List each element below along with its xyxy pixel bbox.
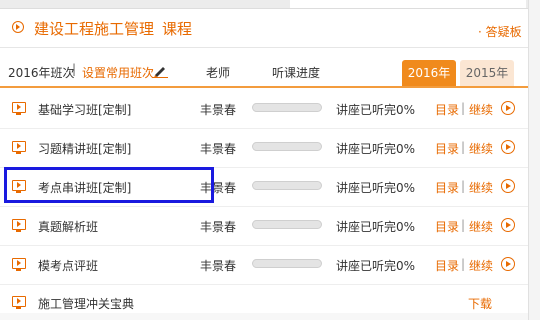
circle-play-icon xyxy=(12,21,24,33)
video-lesson-icon xyxy=(12,141,26,154)
progress-status: 讲座已听完0% xyxy=(336,220,416,234)
circle-play-icon[interactable] xyxy=(501,257,515,271)
link-separator: | xyxy=(461,218,466,232)
link-separator: | xyxy=(461,140,466,154)
teacher-name: 丰景春 xyxy=(200,220,237,234)
course-row: 真题解析班 丰景春 讲座已听完0% 目录 | 继续 xyxy=(0,207,528,246)
video-lesson-icon xyxy=(12,219,26,232)
circle-play-icon[interactable] xyxy=(501,218,515,232)
course-name[interactable]: 基础学习班[定制] xyxy=(38,101,131,118)
course-name[interactable]: 模考点评班 xyxy=(38,257,98,274)
continue-link[interactable]: 继续 xyxy=(469,101,493,118)
progress-status: 讲座已听完0% xyxy=(336,103,416,117)
progress-bar xyxy=(252,181,322,190)
circle-play-icon[interactable] xyxy=(501,101,515,115)
title-main: 建设工程施工管理 xyxy=(34,20,155,38)
qa-board-link[interactable]: · 答疑板 xyxy=(478,23,522,40)
course-name[interactable]: 习题精讲班[定制] xyxy=(38,140,131,157)
teacher-name: 丰景春 xyxy=(200,259,237,273)
catalog-link[interactable]: 目录 xyxy=(435,257,459,274)
resource-name[interactable]: 施工管理冲关宝典 xyxy=(38,295,134,312)
course-row: 基础学习班[定制] 丰景春 讲座已听完0% 目录 | 继续 xyxy=(0,90,528,129)
video-lesson-icon xyxy=(12,258,26,271)
progress-column-header: 听课进度 xyxy=(272,66,321,80)
video-lesson-icon xyxy=(12,296,26,309)
course-name[interactable]: 真题解析班 xyxy=(38,218,98,235)
progress-status: 讲座已听完0% xyxy=(336,142,416,156)
catalog-link[interactable]: 目录 xyxy=(435,101,459,118)
download-link[interactable]: 下载 xyxy=(468,295,492,312)
progress-status: 讲座已听完0% xyxy=(336,259,416,273)
catalog-link[interactable]: 目录 xyxy=(435,179,459,196)
set-common-class-link[interactable]: 设置常用班次 xyxy=(82,64,154,81)
teacher-name: 丰景春 xyxy=(200,142,237,156)
selection-highlight xyxy=(4,167,214,203)
pencil-icon[interactable] xyxy=(152,64,168,78)
catalog-link[interactable]: 目录 xyxy=(435,140,459,157)
progress-bar xyxy=(252,220,322,229)
course-panel: 建设工程施工管理 课程 · 答疑板 2016年班次 | 设置常用班次 老师 听课进… xyxy=(0,0,529,320)
video-lesson-icon xyxy=(12,102,26,115)
teacher-name: 丰景春 xyxy=(200,103,237,117)
scrollbar-track[interactable] xyxy=(529,0,540,320)
year-label: 2016年班次 xyxy=(8,66,75,80)
teacher-column-header: 老师 xyxy=(206,66,231,80)
link-separator: | xyxy=(461,101,466,115)
progress-bar xyxy=(252,259,322,268)
continue-link[interactable]: 继续 xyxy=(469,218,493,235)
course-row: 习题精讲班[定制] 丰景春 讲座已听完0% 目录 | 继续 xyxy=(0,129,528,168)
link-separator: | xyxy=(461,179,466,193)
continue-link[interactable]: 继续 xyxy=(469,179,493,196)
catalog-link[interactable]: 目录 xyxy=(435,218,459,235)
tab-2015[interactable]: 2015年 xyxy=(460,60,514,86)
continue-link[interactable]: 继续 xyxy=(469,140,493,157)
table-header: 2016年班次 | 设置常用班次 老师 听课进度 2016年 2015年 xyxy=(0,56,528,88)
page-title: 建设工程施工管理 课程 xyxy=(34,18,192,39)
circle-play-icon[interactable] xyxy=(501,140,515,154)
title-course: 课程 xyxy=(162,20,193,38)
bottom-edge xyxy=(0,313,528,320)
circle-play-icon[interactable] xyxy=(501,179,515,193)
continue-link[interactable]: 继续 xyxy=(469,257,493,274)
progress-bar xyxy=(252,142,322,151)
link-separator: | xyxy=(461,257,466,271)
tab-2016[interactable]: 2016年 xyxy=(402,60,456,86)
progress-status: 讲座已听完0% xyxy=(336,181,416,195)
top-tab-strip xyxy=(0,0,528,9)
progress-bar xyxy=(252,103,322,112)
title-bar: 建设工程施工管理 课程 · 答疑板 xyxy=(0,9,528,48)
header-separator: | xyxy=(72,62,77,76)
top-tab-active[interactable] xyxy=(290,0,526,8)
course-row: 模考点评班 丰景春 讲座已听完0% 目录 | 继续 xyxy=(0,246,528,285)
